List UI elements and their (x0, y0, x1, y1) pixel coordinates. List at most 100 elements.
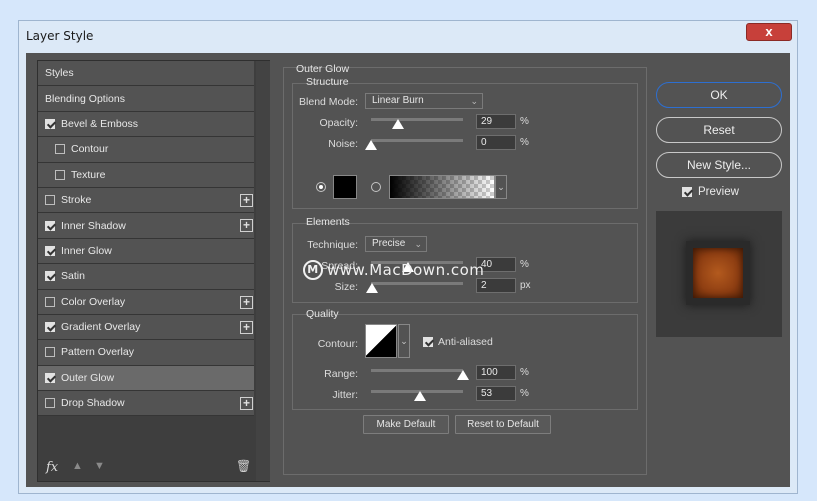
range-slider-thumb[interactable] (457, 370, 469, 380)
solid-color-radio[interactable] (316, 182, 326, 192)
noise-slider-track[interactable] (371, 139, 463, 142)
noise-unit: % (520, 137, 529, 148)
move-up-icon[interactable]: ▲ (72, 460, 83, 472)
style-item-bevel-emboss[interactable]: Bevel & Emboss (38, 111, 254, 138)
style-item-outer-glow[interactable]: Outer Glow (38, 365, 254, 392)
style-checkbox[interactable] (45, 245, 55, 256)
blending-options-label: Blending Options (45, 92, 125, 105)
style-item-label: Outer Glow (61, 371, 115, 384)
size-slider-track[interactable] (371, 282, 463, 285)
watermark: M www.MacDown.com (303, 260, 484, 280)
technique-label: Technique: (307, 239, 358, 251)
style-item-gradient-overlay[interactable]: Gradient Overlay + (38, 314, 254, 341)
spread-unit: % (520, 259, 529, 270)
watermark-text: www.MacDown.com (327, 261, 485, 279)
trash-icon[interactable]: 🗑 (236, 459, 251, 473)
add-style-plus-icon[interactable]: + (240, 219, 253, 233)
style-item-texture[interactable]: Texture (38, 162, 254, 188)
jitter-input[interactable]: 53 (476, 386, 516, 401)
dialog-client: Styles Blending Options Bevel & Emboss Co… (26, 53, 790, 487)
style-item-drop-shadow[interactable]: Drop Shadow + (38, 391, 254, 417)
opacity-label: Opacity: (319, 117, 358, 129)
style-item-label: Gradient Overlay (61, 321, 141, 334)
reset-button[interactable]: Reset (656, 117, 782, 143)
gradient-picker-chevron-icon[interactable]: ⌄ (495, 175, 507, 199)
size-input[interactable]: 2 (476, 278, 516, 293)
ok-button[interactable]: OK (656, 82, 782, 108)
noise-label: Noise: (328, 138, 358, 150)
blending-options-item[interactable]: Blending Options (38, 86, 254, 112)
noise-input[interactable]: 0 (476, 135, 516, 150)
add-style-plus-icon[interactable]: + (240, 320, 253, 334)
range-label: Range: (324, 368, 358, 380)
style-item-pattern-overlay[interactable]: Pattern Overlay (38, 340, 254, 366)
reset-to-default-button[interactable]: Reset to Default (455, 415, 551, 434)
anti-aliased-checkbox[interactable] (423, 337, 433, 347)
style-item-label: Stroke (61, 194, 92, 207)
technique-select[interactable]: Precise ⌄ (365, 236, 427, 252)
style-item-satin[interactable]: Satin (38, 264, 254, 290)
style-item-color-overlay[interactable]: Color Overlay + (38, 289, 254, 315)
styles-bottom-bar: fx ▲ ▼ 🗑 (38, 455, 254, 481)
style-item-inner-glow[interactable]: Inner Glow (38, 238, 254, 265)
style-item-contour[interactable]: Contour (38, 137, 254, 163)
outer-glow-title: Outer Glow (296, 63, 350, 75)
style-checkbox[interactable] (45, 118, 55, 129)
blend-mode-label: Blend Mode: (299, 96, 358, 108)
style-item-stroke[interactable]: Stroke + (38, 187, 254, 214)
contour-picker-chevron-icon[interactable]: ⌄ (398, 324, 410, 358)
blend-mode-select[interactable]: Linear Burn ⌄ (365, 93, 483, 109)
style-checkbox[interactable] (45, 347, 55, 358)
opacity-input[interactable]: 29 (476, 114, 516, 129)
range-unit: % (520, 367, 529, 378)
make-default-button[interactable]: Make Default (363, 415, 449, 434)
styles-scrollbar[interactable] (256, 61, 270, 481)
close-button[interactable]: x (746, 23, 792, 41)
size-slider-thumb[interactable] (365, 283, 378, 293)
add-style-plus-icon[interactable]: + (240, 295, 253, 309)
style-checkbox[interactable] (45, 195, 55, 206)
chevron-down-icon: ⌄ (414, 239, 422, 249)
anti-aliased-label: Anti-aliased (438, 336, 493, 348)
jitter-unit: % (520, 388, 529, 399)
style-checkbox[interactable] (45, 372, 55, 383)
preview-row[interactable]: Preview (682, 186, 739, 198)
technique-value: Precise (372, 238, 406, 249)
add-style-plus-icon[interactable]: + (240, 397, 253, 411)
style-checkbox[interactable] (45, 296, 55, 307)
window-title: Layer Style (26, 29, 94, 43)
size-unit: px (520, 280, 531, 291)
range-input[interactable]: 100 (476, 365, 516, 380)
style-item-label: Pattern Overlay (61, 346, 134, 359)
range-slider-track[interactable] (371, 369, 463, 372)
preview-checkbox[interactable] (682, 187, 692, 197)
move-down-icon[interactable]: ▼ (94, 460, 105, 472)
glow-color-swatch[interactable] (333, 175, 357, 199)
style-item-label: Texture (71, 168, 106, 181)
contour-preview[interactable] (365, 324, 397, 358)
styles-list: Styles Blending Options Bevel & Emboss Co… (38, 61, 254, 417)
style-checkbox[interactable] (55, 169, 65, 180)
style-item-inner-shadow[interactable]: Inner Shadow + (38, 213, 254, 239)
glow-gradient-swatch[interactable] (389, 175, 495, 199)
structure-title: Structure (306, 76, 349, 88)
new-style-button[interactable]: New Style... (656, 152, 782, 178)
style-preview (656, 211, 782, 337)
style-item-label: Satin (61, 270, 85, 283)
style-checkbox[interactable] (55, 144, 65, 155)
styles-header-item[interactable]: Styles (38, 61, 254, 87)
watermark-logo: M (303, 260, 323, 280)
style-checkbox[interactable] (45, 271, 55, 282)
fx-icon[interactable]: fx (46, 460, 58, 475)
chevron-down-icon: ⌄ (470, 96, 478, 106)
noise-slider-thumb[interactable] (365, 140, 377, 150)
jitter-slider-thumb[interactable] (413, 391, 426, 401)
style-checkbox[interactable] (45, 398, 55, 409)
style-checkbox[interactable] (45, 322, 55, 333)
add-style-plus-icon[interactable]: + (240, 193, 253, 207)
style-checkbox[interactable] (45, 220, 55, 231)
opacity-slider-thumb[interactable] (391, 119, 404, 129)
opacity-slider-track[interactable] (371, 118, 463, 121)
gradient-radio[interactable] (371, 182, 381, 192)
style-item-label: Inner Glow (61, 244, 112, 257)
